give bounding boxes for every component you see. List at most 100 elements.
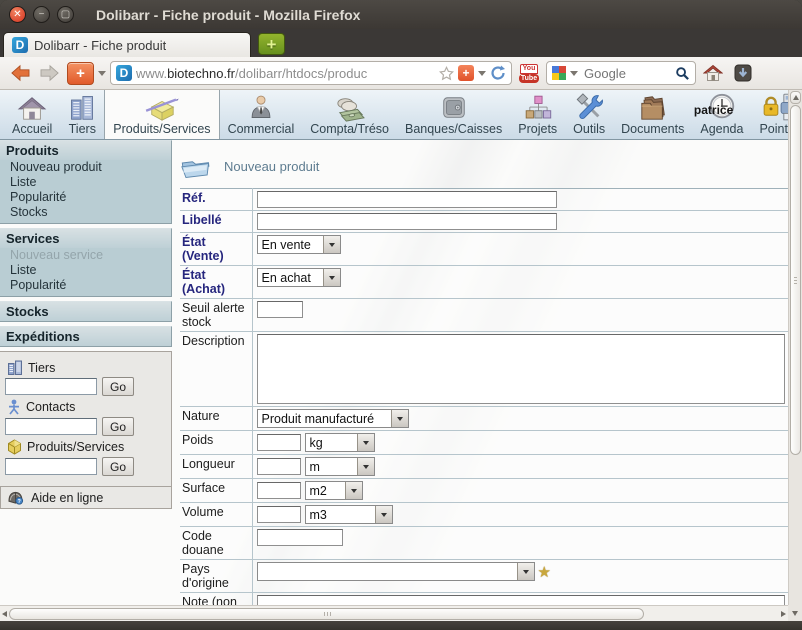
field-label: État (Vente) [180,233,252,266]
chevron-down-icon [523,570,529,574]
newtab-toolbar-button[interactable]: + [67,62,94,85]
plus-icon: + [267,36,277,53]
home-button[interactable] [700,61,726,85]
select-état-achat[interactable]: En achat [257,268,341,287]
input-surface[interactable] [257,482,301,499]
chevron-down-icon[interactable] [478,71,486,76]
help-online-link[interactable]: ?Aide en ligne [0,487,172,509]
menu-item-projets[interactable]: Projets [510,90,565,139]
select-poids-unit[interactable]: kg [305,433,375,452]
horizontal-scrollbar-thumb[interactable] [9,608,644,620]
select-surface-unit[interactable]: m2 [305,481,363,500]
maximize-button[interactable]: ▢ [57,6,74,23]
quick-search-input-produits-services[interactable] [5,458,97,475]
select-longueur-unit[interactable]: m [305,457,375,476]
sidebar-section-title: Stocks [0,302,171,321]
search-bar[interactable] [546,61,696,85]
sidebar-item-liste[interactable]: Liste [0,263,171,278]
input-volume[interactable] [257,506,301,523]
star-outline-icon[interactable] [439,66,454,81]
download-button[interactable] [730,61,756,85]
scroll-down-button[interactable] [788,605,802,621]
select-arrow-button[interactable] [357,458,374,475]
menu-item-label: Produits/Services [113,122,210,136]
sidebar-item-stocks[interactable]: Stocks [0,205,171,220]
url-bar[interactable]: D www.biotechno.fr/dolibarr/htdocs/produ… [110,61,512,85]
form-row-pays-d-origine: Pays d'origine★ [180,560,788,593]
sidebar-item-popularité[interactable]: Popularité [0,190,171,205]
sidebar-item-popularité[interactable]: Popularité [0,278,171,293]
menu-item-produits-services[interactable]: Produits/Services [104,90,219,139]
field-cell: Produit manufacturé [252,407,788,431]
select-arrow-button[interactable] [345,482,362,499]
go-button[interactable]: Go [102,457,134,476]
chevron-down-icon[interactable] [570,71,578,76]
sidebar-item-nouveau-produit[interactable]: Nouveau produit [0,160,171,175]
select-arrow-button[interactable] [375,506,392,523]
menu-item-tiers[interactable]: Tiers [60,90,104,139]
sidebar-item-nouveau-service: Nouveau service [0,248,171,263]
select-arrow-button[interactable] [323,236,340,253]
scroll-left-button[interactable] [0,608,9,620]
select-pays-d-origine[interactable] [257,562,535,581]
input-seuil-alerte-stock[interactable] [257,301,303,318]
textarea-description[interactable] [257,334,785,404]
dolibarr-favicon: D [12,37,28,53]
menu-item-outils[interactable]: Outils [565,90,613,139]
chevron-down-icon[interactable] [98,71,106,76]
textarea-note-non-visible-sur-les-factures[interactable] [257,595,785,605]
input-poids[interactable] [257,434,301,451]
search-input[interactable] [582,65,671,82]
vertical-scrollbar[interactable] [788,90,802,605]
youtube-icon[interactable]: You Tube [516,60,542,86]
horizontal-scrollbar[interactable] [0,605,788,621]
scroll-up-button[interactable] [790,91,801,104]
menu-item-documents[interactable]: Documents [613,90,692,139]
input-réf[interactable] [257,191,557,208]
select-value: m2 [306,484,345,498]
url-text: www.biotechno.fr/dolibarr/htdocs/produc [136,66,435,81]
menu-item-agenda[interactable]: patriceAgenda [692,90,751,139]
field-label: Nature [180,407,252,431]
quick-search-input-tiers[interactable] [5,378,97,395]
tab-dolibarr[interactable]: D Dolibarr - Fiche produit [3,32,251,57]
input-code-douane[interactable] [257,529,343,546]
go-button[interactable]: Go [102,417,134,436]
go-button[interactable]: Go [102,377,134,396]
menu-item-compta-tr-so[interactable]: Compta/Tréso [302,90,397,139]
select-nature[interactable]: Produit manufacturé [257,409,409,428]
search-icon[interactable] [675,66,690,81]
field-cell [252,527,788,560]
tabbar: D Dolibarr - Fiche produit + [0,29,802,57]
menu-item-banques-caisses[interactable]: Banques/Caisses [397,90,510,139]
menu-item-commercial[interactable]: Commercial [220,90,303,139]
forward-button[interactable] [37,61,63,85]
money-icon [333,92,367,122]
dolibarr-favicon: D [116,65,132,81]
input-longueur[interactable] [257,458,301,475]
close-button[interactable]: ✕ [9,6,26,23]
select-arrow-button[interactable] [323,269,340,286]
menu-item-label: Compta/Tréso [310,122,389,136]
select-arrow-button[interactable] [357,434,374,451]
back-button[interactable] [7,61,33,85]
new-tab-button[interactable]: + [258,33,285,55]
window-buttons: ✕ − ▢ [9,6,74,23]
quick-search-input-contacts[interactable] [5,418,97,435]
minimize-button[interactable]: − [33,6,50,23]
form-row-nature: Nature Produit manufacturé [180,407,788,431]
sidebar-section-expéditions: Expéditions [0,326,172,347]
sidebar-item-liste[interactable]: Liste [0,175,171,190]
reload-icon[interactable] [490,65,506,81]
select-arrow-button[interactable] [391,410,408,427]
menu-item-label: Accueil [12,122,52,136]
select-volume-unit[interactable]: m3 [305,505,393,524]
select-arrow-button[interactable] [517,563,534,580]
input-libellé[interactable] [257,213,557,230]
menu-item-label: Tiers [69,122,96,136]
select-état-vente[interactable]: En vente [257,235,341,254]
scroll-right-button[interactable] [778,608,788,620]
menu-item-accueil[interactable]: Accueil [4,90,60,139]
plus-badge-icon[interactable]: + [458,65,474,81]
vertical-scrollbar-thumb[interactable] [790,105,801,455]
